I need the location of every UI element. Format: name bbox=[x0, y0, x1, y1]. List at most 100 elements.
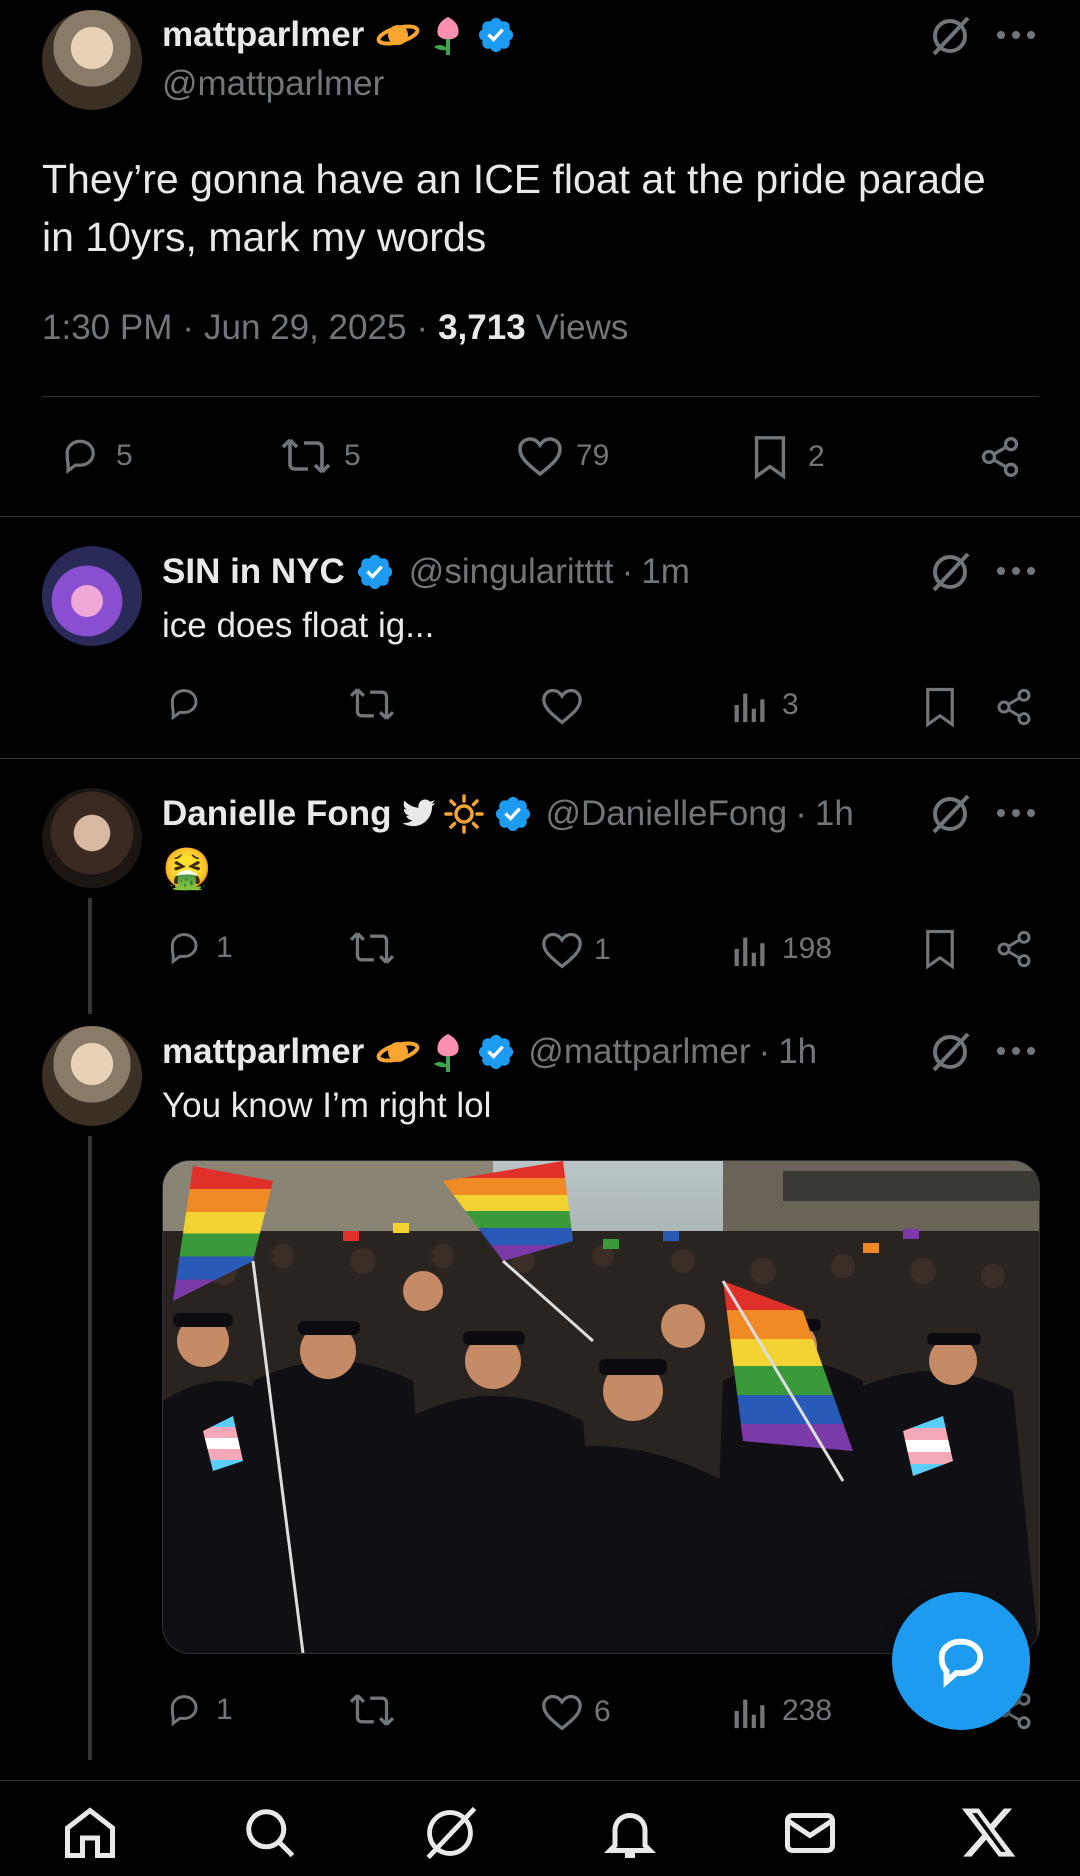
author-name[interactable]: Danielle Fong bbox=[162, 794, 391, 834]
share-icon[interactable] bbox=[978, 434, 1022, 480]
share-icon[interactable] bbox=[994, 928, 1034, 970]
reply-text: ice does float ig... bbox=[162, 606, 435, 645]
avatar[interactable] bbox=[42, 1026, 142, 1126]
repost-icon bbox=[349, 1694, 395, 1726]
author-name[interactable]: SIN in NYC bbox=[162, 552, 345, 592]
bookmark-icon[interactable] bbox=[922, 928, 958, 970]
parade-photo bbox=[163, 1161, 1039, 1653]
views-label: Views bbox=[535, 308, 629, 347]
bird-icon bbox=[401, 798, 437, 830]
verified-badge-icon[interactable] bbox=[355, 552, 395, 592]
thread-line bbox=[88, 898, 92, 1014]
share-icon[interactable] bbox=[994, 686, 1034, 728]
reply-fab-button[interactable] bbox=[892, 1592, 1030, 1730]
bookmark-button[interactable]: 2 bbox=[750, 434, 825, 480]
reply-text: 🤮 bbox=[162, 847, 212, 891]
views-button[interactable]: 198 bbox=[732, 930, 832, 968]
post-image[interactable] bbox=[162, 1160, 1040, 1654]
sun-icon bbox=[443, 793, 485, 835]
author-row: mattparlmer @mattparlmer · 1h bbox=[162, 1029, 817, 1075]
messages-envelope-icon[interactable] bbox=[780, 1803, 840, 1863]
like-button[interactable] bbox=[540, 686, 594, 726]
analytics-icon bbox=[734, 1699, 765, 1729]
reply-icon bbox=[170, 1695, 198, 1727]
like-button[interactable]: 1 bbox=[540, 930, 611, 970]
reply-count: 5 bbox=[116, 439, 133, 472]
divider bbox=[0, 516, 1080, 517]
repost-icon bbox=[281, 438, 331, 474]
x-logo-icon[interactable] bbox=[960, 1803, 1018, 1861]
views-button[interactable]: 238 bbox=[732, 1692, 832, 1730]
search-icon[interactable] bbox=[240, 1803, 300, 1863]
post-time[interactable]: 1h bbox=[815, 794, 854, 834]
author-row: mattparlmer bbox=[162, 12, 516, 58]
repost-icon bbox=[349, 932, 395, 964]
avatar[interactable] bbox=[42, 788, 142, 888]
chat-bubble-icon bbox=[938, 1638, 984, 1688]
post-text-line: They’re gonna have an ICE float at the p… bbox=[42, 156, 986, 202]
reply-count: 1 bbox=[216, 1693, 233, 1726]
grok-icon[interactable] bbox=[928, 14, 972, 58]
divider bbox=[0, 758, 1080, 759]
post-time[interactable]: 1h bbox=[778, 1032, 817, 1072]
repost-button[interactable] bbox=[348, 684, 406, 724]
author-handle[interactable]: @mattparlmer bbox=[162, 64, 384, 104]
avatar[interactable] bbox=[42, 546, 142, 646]
repost-button[interactable] bbox=[348, 928, 406, 968]
author-handle[interactable]: @singularitttt bbox=[409, 552, 614, 592]
tulip-icon bbox=[428, 13, 468, 57]
post-date[interactable]: Jun 29, 2025 bbox=[204, 308, 406, 348]
author-handle[interactable]: @mattparlmer bbox=[528, 1032, 750, 1072]
like-count: 6 bbox=[594, 1695, 611, 1728]
heart-icon bbox=[542, 932, 582, 969]
bookmark-count: 2 bbox=[808, 440, 825, 473]
more-icon[interactable] bbox=[996, 30, 1036, 40]
repost-button[interactable]: 5 bbox=[280, 434, 361, 478]
heart-icon bbox=[542, 688, 582, 725]
home-icon[interactable] bbox=[60, 1803, 120, 1863]
views-count: 198 bbox=[782, 932, 833, 965]
reply-icon bbox=[65, 439, 95, 474]
reply-button[interactable]: 1 bbox=[162, 928, 233, 968]
author-row: SIN in NYC @singularitttt · 1m bbox=[162, 552, 690, 592]
grok-icon[interactable] bbox=[928, 1030, 972, 1074]
reply-button[interactable]: 1 bbox=[162, 1690, 233, 1730]
post-text-line: in 10yrs, mark my words bbox=[42, 214, 487, 260]
views-button[interactable]: 3 bbox=[732, 686, 799, 724]
post-meta: 1:30 PM · Jun 29, 2025 · 3,713 Views bbox=[42, 308, 629, 348]
reply-button[interactable]: 5 bbox=[56, 434, 133, 478]
grok-icon[interactable] bbox=[928, 792, 972, 836]
reply-icon bbox=[170, 933, 198, 965]
ringed-planet-icon bbox=[376, 1035, 420, 1069]
post-time[interactable]: 1m bbox=[641, 552, 690, 592]
more-icon[interactable] bbox=[996, 808, 1036, 818]
reply-icon bbox=[170, 689, 198, 721]
author-name[interactable]: mattparlmer bbox=[162, 15, 364, 55]
verified-badge-icon[interactable] bbox=[476, 15, 516, 55]
like-count: 79 bbox=[576, 439, 610, 472]
grok-icon[interactable] bbox=[928, 550, 972, 594]
verified-badge-icon[interactable] bbox=[476, 1032, 516, 1072]
like-button[interactable]: 6 bbox=[540, 1692, 611, 1732]
avatar[interactable] bbox=[42, 10, 142, 110]
post-time[interactable]: 1:30 PM bbox=[42, 308, 172, 348]
ringed-planet-icon bbox=[376, 18, 420, 52]
views-count: 238 bbox=[782, 1694, 833, 1727]
heart-icon bbox=[542, 1694, 582, 1731]
like-button[interactable]: 79 bbox=[516, 434, 609, 478]
notifications-bell-icon[interactable] bbox=[600, 1803, 660, 1863]
more-icon[interactable] bbox=[996, 1046, 1036, 1056]
more-icon[interactable] bbox=[996, 566, 1036, 576]
like-count: 1 bbox=[594, 933, 611, 966]
reply-button[interactable] bbox=[162, 684, 216, 724]
repost-button[interactable] bbox=[348, 1690, 406, 1730]
grok-icon[interactable] bbox=[420, 1803, 480, 1863]
repost-count: 5 bbox=[344, 439, 361, 472]
thread-line bbox=[88, 1136, 92, 1760]
verified-badge-icon[interactable] bbox=[493, 794, 533, 834]
reply-count: 1 bbox=[216, 931, 233, 964]
author-handle[interactable]: @DanielleFong bbox=[545, 794, 787, 834]
author-name[interactable]: mattparlmer bbox=[162, 1032, 364, 1072]
tulip-icon bbox=[428, 1030, 468, 1074]
bookmark-icon[interactable] bbox=[922, 686, 958, 728]
